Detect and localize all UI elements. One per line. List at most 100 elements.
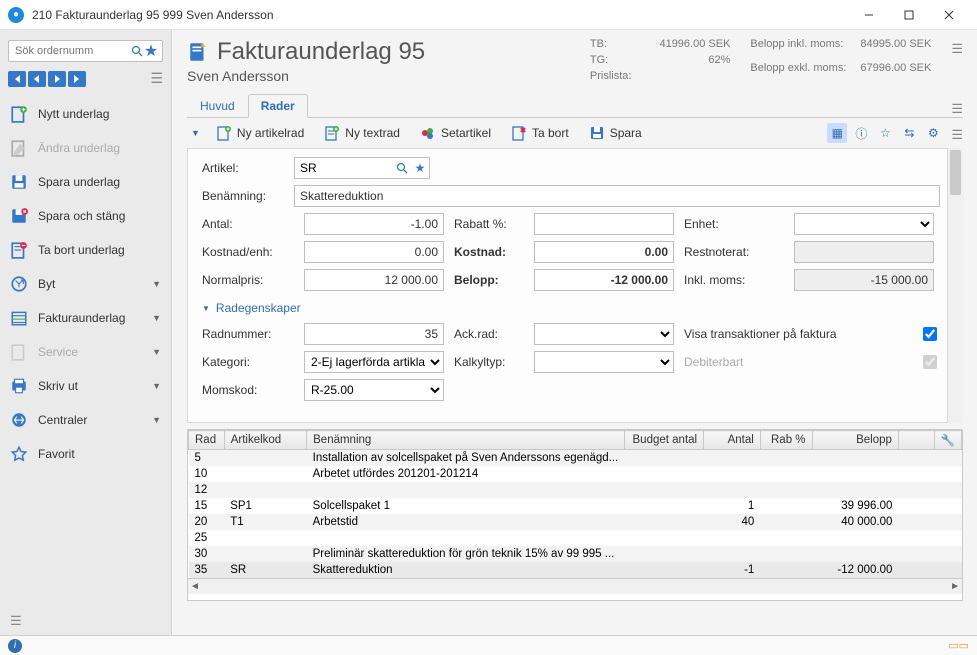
cell <box>224 546 306 562</box>
col-artikelkod[interactable]: Artikelkod <box>224 431 306 450</box>
artikel-star-icon[interactable]: ★ <box>411 158 429 178</box>
nav-last-button[interactable] <box>68 71 86 87</box>
nav-prev-button[interactable] <box>28 71 46 87</box>
artikel-search-icon[interactable] <box>393 158 411 178</box>
search-input[interactable] <box>13 44 130 58</box>
chevron-down-icon: ▼ <box>152 381 161 391</box>
info-icon[interactable]: ⓘ <box>851 123 871 143</box>
cell <box>224 530 306 546</box>
ackrad-select[interactable] <box>534 323 674 345</box>
sidebar-item-fakturaunderlag[interactable]: Fakturaunderlag▼ <box>0 301 171 335</box>
normalpris-input[interactable] <box>304 269 444 291</box>
benamning-input[interactable] <box>294 185 940 207</box>
search-box[interactable]: ★ <box>8 40 163 62</box>
tb-label: TB: <box>590 38 632 52</box>
table-hscrollbar[interactable]: ◄► <box>188 578 962 594</box>
maximize-button[interactable] <box>889 0 929 30</box>
settings-icon[interactable]: ⚙ <box>923 123 943 143</box>
cell <box>934 562 961 578</box>
cell: 25 <box>189 530 225 546</box>
artikel-field[interactable]: ★ <box>294 157 430 179</box>
sidebar-item-skriv-ut[interactable]: Skriv ut▼ <box>0 369 171 403</box>
col-extra[interactable] <box>898 431 934 450</box>
artikel-input[interactable] <box>295 161 393 175</box>
kategori-select[interactable]: 2-Ej lagerförda artikla <box>304 351 444 373</box>
table-row[interactable]: 25 <box>189 530 962 546</box>
belopp-input[interactable] <box>534 269 674 291</box>
sidebar-item-spara-och-stäng[interactable]: Spara och stäng <box>0 199 171 233</box>
menu-label: Spara underlag <box>38 175 120 189</box>
table-row[interactable]: 35SRSkattereduktion-1-12 000.00 <box>189 562 962 578</box>
sidebar-item-ta-bort-underlag[interactable]: Ta bort underlag <box>0 233 171 267</box>
table-row[interactable]: 10Arbetet utfördes 201201-201214 <box>189 466 962 482</box>
cell <box>934 466 961 482</box>
kalkyltyp-label: Kalkyltyp: <box>454 355 524 369</box>
favorite-icon[interactable]: ☆ <box>875 123 895 143</box>
spara-button[interactable]: Spara <box>581 122 650 144</box>
col-antal[interactable]: Antal <box>704 431 761 450</box>
sidebar-item-nytt-underlag[interactable]: Nytt underlag <box>0 97 171 131</box>
table-row[interactable]: 15SP1Solcellspaket 1139 996.00 <box>189 498 962 514</box>
col-rad[interactable]: Rad <box>189 431 225 450</box>
col-rab-[interactable]: Rab % <box>760 431 812 450</box>
ny-textrad-button[interactable]: Ny textrad <box>316 122 408 144</box>
sidebar-item-favorit[interactable]: Favorit <box>0 437 171 471</box>
sidebar-item-centraler[interactable]: Centraler▼ <box>0 403 171 437</box>
chevron-down-icon: ▼ <box>152 347 161 357</box>
radegenskaper-header[interactable]: Radegenskaper <box>202 301 940 315</box>
tabs-menu-icon[interactable]: ☰ <box>951 98 963 117</box>
status-book-icon[interactable]: ▭▭ <box>948 639 969 652</box>
cell <box>898 450 934 467</box>
ny-artikelrad-button[interactable]: Ny artikelrad <box>208 122 312 144</box>
row-form: Artikel: ★ Benämning: Antal: Rabatt %: E… <box>187 148 963 423</box>
tg-label: TG: <box>590 54 632 68</box>
col-settings-icon[interactable]: 🔧 <box>934 431 961 450</box>
kalkyltyp-select[interactable] <box>534 351 674 373</box>
cell <box>704 450 761 467</box>
cell <box>812 466 898 482</box>
table-row[interactable]: 5Installation av solcellspaket på Sven A… <box>189 450 962 467</box>
momskod-select[interactable]: R-25.00 <box>304 379 444 401</box>
cell: 40 000.00 <box>812 514 898 530</box>
form-scrollbar[interactable] <box>947 148 963 423</box>
link-icon[interactable]: ⇆ <box>899 123 919 143</box>
visa-trans-checkbox[interactable] <box>923 327 937 341</box>
record-nav: ☰ <box>8 70 163 87</box>
minimize-button[interactable] <box>849 0 889 30</box>
cell <box>898 498 934 514</box>
kostnadenh-input[interactable] <box>304 241 444 263</box>
nav-next-button[interactable] <box>48 71 66 87</box>
tab-huvud[interactable]: Huvud <box>187 94 248 118</box>
kostnad-input[interactable] <box>534 241 674 263</box>
status-info-icon[interactable]: i <box>8 639 22 653</box>
rows-table[interactable]: RadArtikelkodBenämningBudget antalAntalR… <box>187 429 963 601</box>
sidebar-footer-icon[interactable]: ☰ <box>0 607 171 635</box>
nav-menu-icon[interactable]: ☰ <box>150 70 163 87</box>
radnummer-input[interactable] <box>304 323 444 345</box>
rabatt-input[interactable] <box>534 213 674 235</box>
table-row[interactable]: 30Preliminär skattereduktion för grön te… <box>189 546 962 562</box>
star-icon[interactable]: ★ <box>144 44 158 58</box>
kostnadenh-label: Kostnad/enh: <box>202 245 286 259</box>
view-grid-icon[interactable]: ▦ <box>827 123 847 143</box>
toolbar-menu-icon[interactable]: ☰ <box>951 124 963 143</box>
close-button[interactable] <box>929 0 969 30</box>
col-ben-mning[interactable]: Benämning <box>307 431 625 450</box>
menu-icon <box>10 173 28 191</box>
belopp-label: Belopp: <box>454 273 524 287</box>
sidebar-item-spara-underlag[interactable]: Spara underlag <box>0 165 171 199</box>
enhet-select[interactable] <box>794 213 934 235</box>
col-belopp[interactable]: Belopp <box>812 431 898 450</box>
nav-first-button[interactable] <box>8 71 26 87</box>
table-row[interactable]: 20T1Arbetstid4040 000.00 <box>189 514 962 530</box>
ta-bort-button[interactable]: Ta bort <box>503 122 577 144</box>
col-budget-antal[interactable]: Budget antal <box>624 431 703 450</box>
toolbar-collapse-icon[interactable]: ▼ <box>187 128 204 138</box>
search-icon[interactable] <box>130 44 144 58</box>
sidebar-item-byt[interactable]: Byt▼ <box>0 267 171 301</box>
table-row[interactable]: 12 <box>189 482 962 498</box>
antal-input[interactable] <box>304 213 444 235</box>
header-menu-icon[interactable]: ☰ <box>951 38 963 84</box>
tab-rader[interactable]: Rader <box>248 94 308 118</box>
setartikel-button[interactable]: Setartikel <box>412 122 499 144</box>
